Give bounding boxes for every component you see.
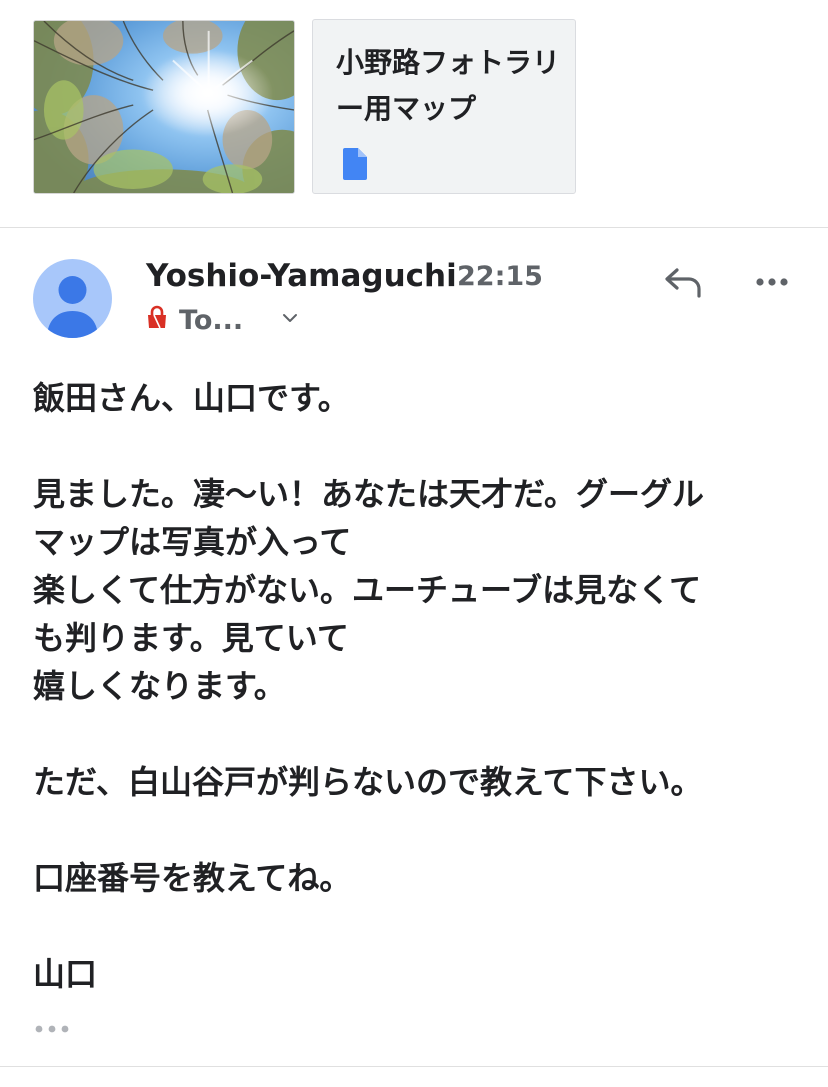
- body-line: 嬉しくなります。: [33, 667, 286, 705]
- message-body: 飯田さん、山口です。 見ました。凄〜い！あなたは天才だ。グーグル マップは写真が…: [33, 374, 813, 998]
- message-divider: [0, 1066, 828, 1067]
- message-time: 22:15: [457, 261, 543, 292]
- file-attachment-name: 小野路フォトラリー用マップ: [336, 46, 561, 125]
- body-line: 飯田さん、山口です。: [33, 379, 350, 417]
- body-line: ただ、白山谷戸が判らないので教えて下さい。: [33, 763, 703, 801]
- body-blank-line: [33, 710, 813, 758]
- body-line: も判ります。見ていて: [33, 619, 349, 657]
- show-trimmed-content-icon[interactable]: [34, 1022, 70, 1036]
- body-blank-line: [33, 422, 813, 470]
- sender-avatar[interactable]: [33, 259, 112, 338]
- body-blank-line: [33, 806, 813, 854]
- more-horizontal-icon[interactable]: [752, 270, 792, 294]
- chevron-down-icon[interactable]: [282, 312, 298, 324]
- default-person-avatar-icon: [47, 276, 98, 338]
- recipients-label: To...: [179, 305, 244, 336]
- image-attachment[interactable]: [33, 20, 295, 194]
- body-line: 口座番号を教えてね。: [33, 859, 352, 897]
- body-line: 楽しくて仕方がない。ユーチューブは見なくて: [33, 571, 702, 609]
- red-lock-icon: [148, 305, 166, 329]
- reply-icon[interactable]: [663, 264, 705, 300]
- google-docs-file-icon: [343, 148, 367, 180]
- attachments-row: 小野路フォトラリー用マップ: [0, 0, 828, 228]
- photo-thumbnail: [34, 21, 294, 193]
- file-attachment[interactable]: 小野路フォトラリー用マップ: [312, 19, 576, 194]
- body-line: マップは写真が入って: [33, 523, 352, 561]
- sender-name[interactable]: Yoshio-Yamaguchi: [146, 256, 457, 296]
- body-line: 山口: [33, 955, 98, 993]
- body-line: 見ました。凄〜い！あなたは天才だ。グーグル: [33, 475, 705, 513]
- body-blank-line: [33, 902, 813, 950]
